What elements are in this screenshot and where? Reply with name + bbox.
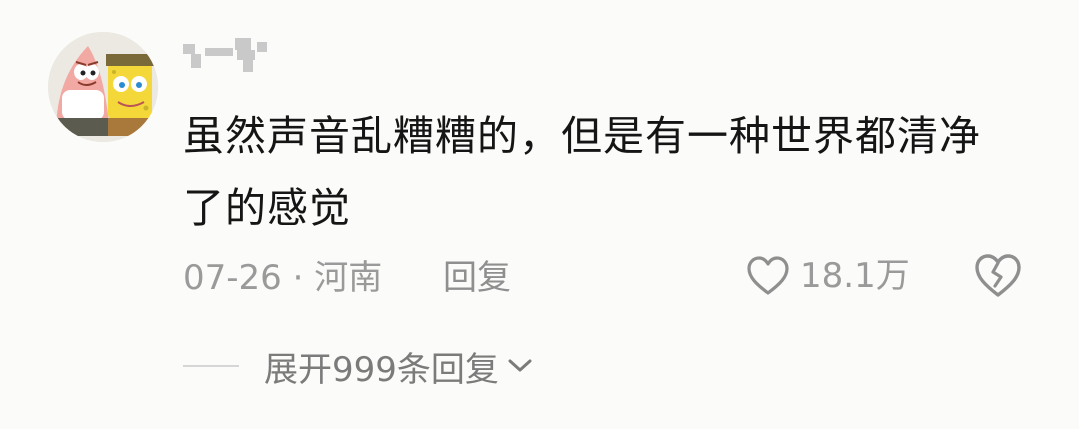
broken-heart-icon[interactable] xyxy=(973,252,1023,300)
comment-text: 虽然声音乱糟糟的，但是有一种世界都清净了的感觉 xyxy=(183,112,981,232)
replies-divider xyxy=(183,365,239,367)
reply-button[interactable]: 回复 xyxy=(443,256,511,300)
like-count: 18.1万 xyxy=(800,256,910,296)
like-button[interactable]: 18.1万 xyxy=(746,252,910,300)
comment-date: 07-26 xyxy=(183,258,282,298)
username-obscured[interactable] xyxy=(183,38,283,72)
avatar[interactable] xyxy=(48,32,158,142)
chevron-down-icon xyxy=(508,359,532,372)
meta-separator: · xyxy=(292,258,304,298)
dislike-button[interactable] xyxy=(973,252,1023,300)
heart-outline-icon[interactable] xyxy=(746,255,790,297)
comment-meta: 07-26 · 河南 xyxy=(183,256,382,300)
avatar-image xyxy=(48,32,158,142)
expand-replies-label: 展开999条回复 xyxy=(264,349,499,390)
expand-replies-button[interactable]: 展开999条回复 xyxy=(264,342,533,390)
comment-location: 河南 xyxy=(314,258,383,298)
